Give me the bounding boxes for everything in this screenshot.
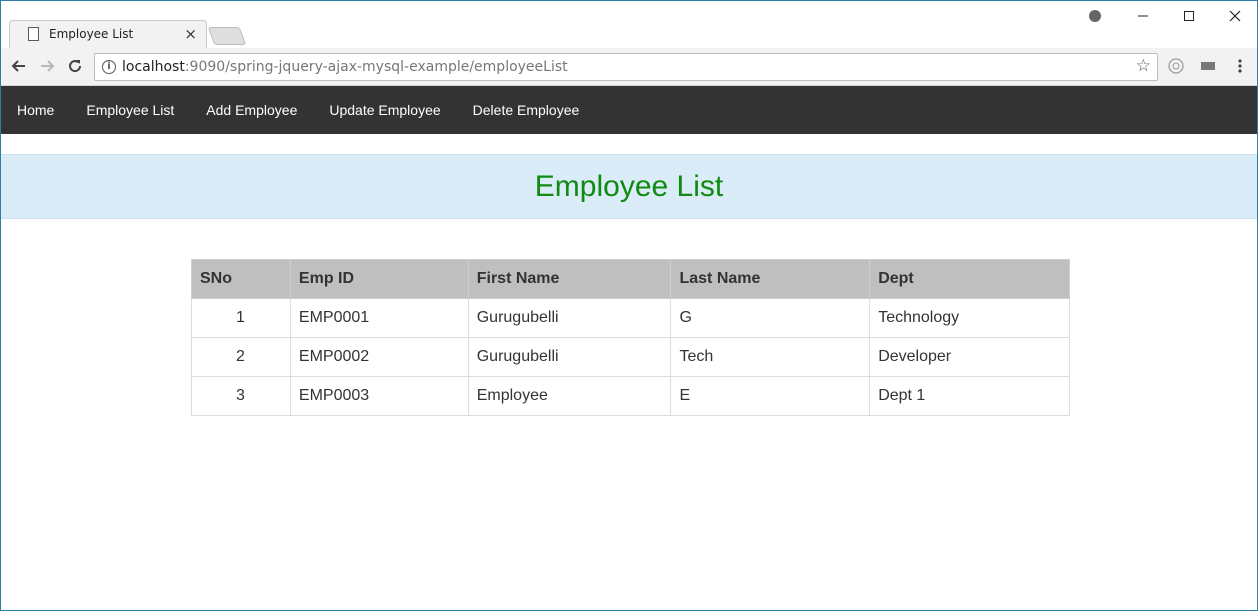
tab-close-icon[interactable]: × [184, 25, 197, 43]
nav-employee-list[interactable]: Employee List [70, 86, 190, 134]
page-title: Employee List [534, 169, 724, 203]
reload-icon [69, 60, 82, 73]
column-header-emp-id: Emp ID [289, 259, 469, 299]
cell-last-name: E [670, 376, 871, 416]
nav-delete-employee[interactable]: Delete Employee [457, 86, 596, 134]
cell-first-name: Gurugubelli [467, 298, 672, 338]
table-row: 1 EMP0001 Gurugubelli G Technology [191, 298, 1070, 338]
title-bar: Employee List × [1, 1, 1257, 49]
column-header-first-name: First Name [467, 259, 672, 299]
cell-first-name: Employee [467, 376, 672, 416]
info-icon[interactable]: i [102, 60, 116, 74]
url-host: localhost [122, 59, 185, 75]
cell-sno: 2 [191, 337, 291, 377]
close-window-button[interactable] [1217, 5, 1253, 27]
browser-window: Employee List × i localhost:9090/spring… [0, 0, 1258, 611]
star-icon[interactable]: ☆ [1136, 56, 1151, 76]
nav-update-employee[interactable]: Update Employee [313, 86, 456, 134]
extension-button[interactable] [1165, 55, 1187, 77]
document-icon [28, 27, 39, 41]
page-header: Employee List [1, 154, 1257, 219]
table-header-row: SNo Emp ID First Name Last Name Dept [191, 259, 1070, 299]
cell-dept: Dept 1 [869, 376, 1070, 416]
menu-button[interactable] [1229, 55, 1251, 77]
maximize-icon [1184, 11, 1194, 21]
menu-dots-icon [1238, 59, 1242, 73]
back-arrow-icon [11, 60, 25, 72]
column-header-sno: SNo [191, 259, 291, 299]
back-button[interactable] [8, 55, 30, 77]
address-bar[interactable]: i localhost:9090/spring-jquery-ajax-mysq… [94, 53, 1158, 81]
cast-icon [1201, 62, 1215, 70]
forward-arrow-icon [41, 60, 55, 72]
close-icon [1229, 10, 1241, 22]
cell-sno: 1 [191, 298, 291, 338]
cast-button[interactable] [1197, 55, 1219, 77]
cell-emp-id: EMP0003 [289, 376, 469, 416]
forward-button[interactable] [36, 55, 58, 77]
cell-emp-id: EMP0001 [289, 298, 469, 338]
cell-last-name: G [670, 298, 871, 338]
main-navbar: Home Employee List Add Employee Update E… [1, 86, 1257, 134]
new-tab-button[interactable] [207, 27, 247, 45]
browser-toolbar: i localhost:9090/spring-jquery-ajax-mysq… [1, 48, 1257, 86]
reload-button[interactable] [64, 55, 86, 77]
minimize-button[interactable] [1125, 5, 1161, 27]
column-header-last-name: Last Name [670, 259, 871, 299]
cell-last-name: Tech [670, 337, 871, 377]
nav-home[interactable]: Home [1, 86, 70, 134]
url-path: :9090/spring-jquery-ajax-mysql-example/e… [184, 59, 568, 75]
cell-sno: 3 [191, 376, 291, 416]
table-row: 2 EMP0002 Gurugubelli Tech Developer [191, 337, 1070, 377]
nav-add-employee[interactable]: Add Employee [190, 86, 313, 134]
profile-button[interactable] [1077, 5, 1113, 27]
cell-emp-id: EMP0002 [289, 337, 469, 377]
employee-table: SNo Emp ID First Name Last Name Dept 1 E… [191, 259, 1070, 416]
cell-first-name: Gurugubelli [467, 337, 672, 377]
table-row: 3 EMP0003 Employee E Dept 1 [191, 376, 1070, 416]
browser-tab-content[interactable]: Employee List × [17, 20, 207, 48]
minimize-icon [1138, 15, 1148, 17]
column-header-dept: Dept [869, 259, 1070, 299]
extension-icon [1168, 58, 1184, 74]
profile-icon [1089, 10, 1101, 22]
cell-dept: Developer [869, 337, 1070, 377]
maximize-button[interactable] [1171, 5, 1207, 27]
cell-dept: Technology [869, 298, 1070, 338]
tab-title: Employee List [49, 27, 134, 41]
